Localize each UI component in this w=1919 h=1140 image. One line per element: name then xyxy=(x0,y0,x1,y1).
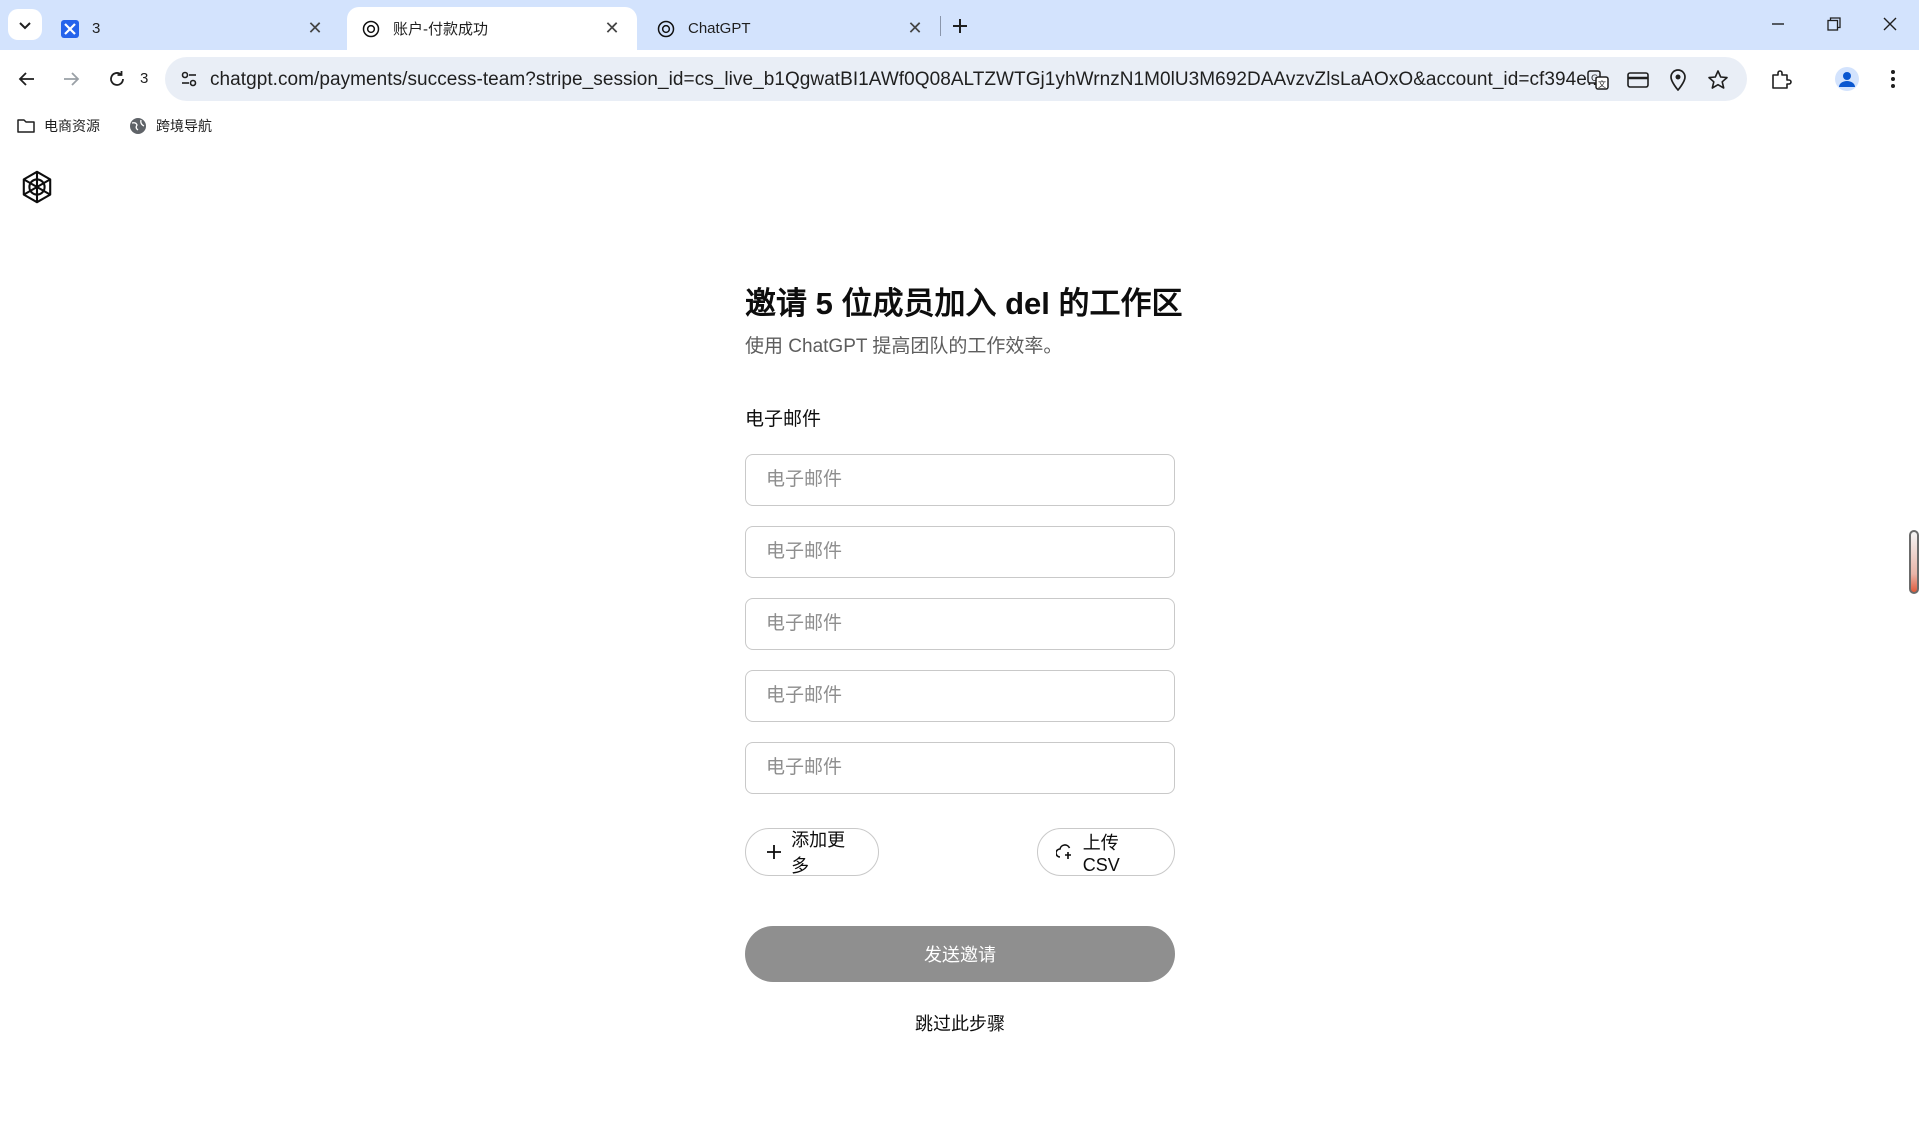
upload-icon xyxy=(1056,842,1075,862)
bookmarks-bar: 电商资源 跨境导航 xyxy=(0,108,1919,144)
site-info-button[interactable] xyxy=(171,61,207,97)
arrow-right-icon xyxy=(64,72,80,86)
forward-button[interactable] xyxy=(52,60,90,98)
skip-step-link[interactable]: 跳过此步骤 xyxy=(745,1010,1175,1036)
send-invites-button[interactable]: 发送邀请 xyxy=(745,926,1175,982)
back-button[interactable] xyxy=(8,60,46,98)
scrollbar-thumb[interactable] xyxy=(1909,530,1919,594)
extensions-button[interactable] xyxy=(1762,60,1800,98)
email-field[interactable] xyxy=(745,526,1175,578)
plus-icon xyxy=(764,842,783,862)
bookmark-label: 跨境导航 xyxy=(156,118,212,134)
location-icon[interactable] xyxy=(1663,65,1693,95)
browser-toolbar: 3 chatgpt.com/payments/success-team?stri… xyxy=(0,50,1919,108)
tab-separator xyxy=(940,16,941,36)
tab-title: ChatGPT xyxy=(688,20,751,37)
openai-logo-icon[interactable] xyxy=(18,168,56,206)
bookmark-item[interactable]: 跨境导航 xyxy=(128,114,212,138)
reload-button[interactable] xyxy=(98,60,136,98)
invite-form: 邀请 5 位成员加入 del 的工作区 使用 ChatGPT 提高团队的工作效率… xyxy=(745,280,1183,1034)
tab-1[interactable]: 3 ✕ xyxy=(46,7,340,50)
tab-title: 3 xyxy=(92,20,101,37)
more-vertical-icon xyxy=(1891,70,1895,88)
new-tab-button[interactable] xyxy=(946,12,974,40)
tab-2-active[interactable]: 账户-付款成功 ✕ xyxy=(347,7,637,50)
bookmark-label: 电商资源 xyxy=(44,118,100,134)
close-window-button[interactable] xyxy=(1862,0,1918,48)
bookmark-item[interactable]: 电商资源 xyxy=(16,114,100,138)
tab-search-button[interactable] xyxy=(8,9,42,40)
close-icon xyxy=(1883,17,1897,31)
close-icon[interactable]: ✕ xyxy=(304,18,326,40)
upload-csv-button[interactable]: 上传 CSV xyxy=(1037,828,1175,876)
close-icon[interactable]: ✕ xyxy=(601,18,623,40)
translate-icon[interactable]: G文 xyxy=(1583,65,1613,95)
plus-icon xyxy=(953,19,967,33)
reload-count: 3 xyxy=(140,70,149,87)
tab-3[interactable]: ChatGPT ✕ xyxy=(642,7,940,50)
email-field[interactable] xyxy=(745,598,1175,650)
menu-button[interactable] xyxy=(1874,60,1912,98)
email-label: 电子邮件 xyxy=(745,409,822,430)
folder-icon xyxy=(16,116,36,136)
add-more-button[interactable]: 添加更多 xyxy=(745,828,879,876)
avatar-icon xyxy=(1835,67,1859,91)
email-field[interactable] xyxy=(745,670,1175,722)
puzzle-icon xyxy=(1772,70,1792,89)
tune-icon xyxy=(181,71,197,87)
page-subtitle: 使用 ChatGPT 提高团队的工作效率。 xyxy=(745,336,1063,357)
email-field[interactable] xyxy=(745,454,1175,506)
chevron-down-icon xyxy=(19,21,31,29)
restore-icon xyxy=(1827,17,1841,31)
minimize-button[interactable] xyxy=(1750,0,1806,48)
close-icon[interactable]: ✕ xyxy=(904,18,926,40)
upload-csv-label: 上传 CSV xyxy=(1082,832,1120,875)
blue-app-icon xyxy=(60,19,80,39)
address-bar[interactable]: chatgpt.com/payments/success-team?stripe… xyxy=(165,57,1747,101)
page-title: 邀请 5 位成员加入 del 的工作区 xyxy=(745,286,1183,321)
arrow-left-icon xyxy=(18,72,34,86)
svg-text:文: 文 xyxy=(1598,79,1606,89)
tab-strip: 3 ✕ 账户-付款成功 ✕ ChatGPT ✕ xyxy=(0,0,1919,50)
card-icon[interactable] xyxy=(1623,65,1653,95)
openai-logo-icon xyxy=(361,19,381,39)
url-text[interactable]: chatgpt.com/payments/success-team?stripe… xyxy=(210,69,1603,91)
globe-icon xyxy=(128,116,148,136)
add-more-label: 添加更多 xyxy=(791,830,846,876)
email-field[interactable] xyxy=(745,742,1175,794)
restore-button[interactable] xyxy=(1806,0,1862,48)
tab-title: 账户-付款成功 xyxy=(393,21,488,38)
minimize-icon xyxy=(1772,23,1784,25)
bookmark-star-icon[interactable] xyxy=(1703,65,1733,95)
reload-icon xyxy=(110,71,124,86)
openai-logo-icon xyxy=(656,19,676,39)
profile-button[interactable] xyxy=(1828,60,1866,98)
